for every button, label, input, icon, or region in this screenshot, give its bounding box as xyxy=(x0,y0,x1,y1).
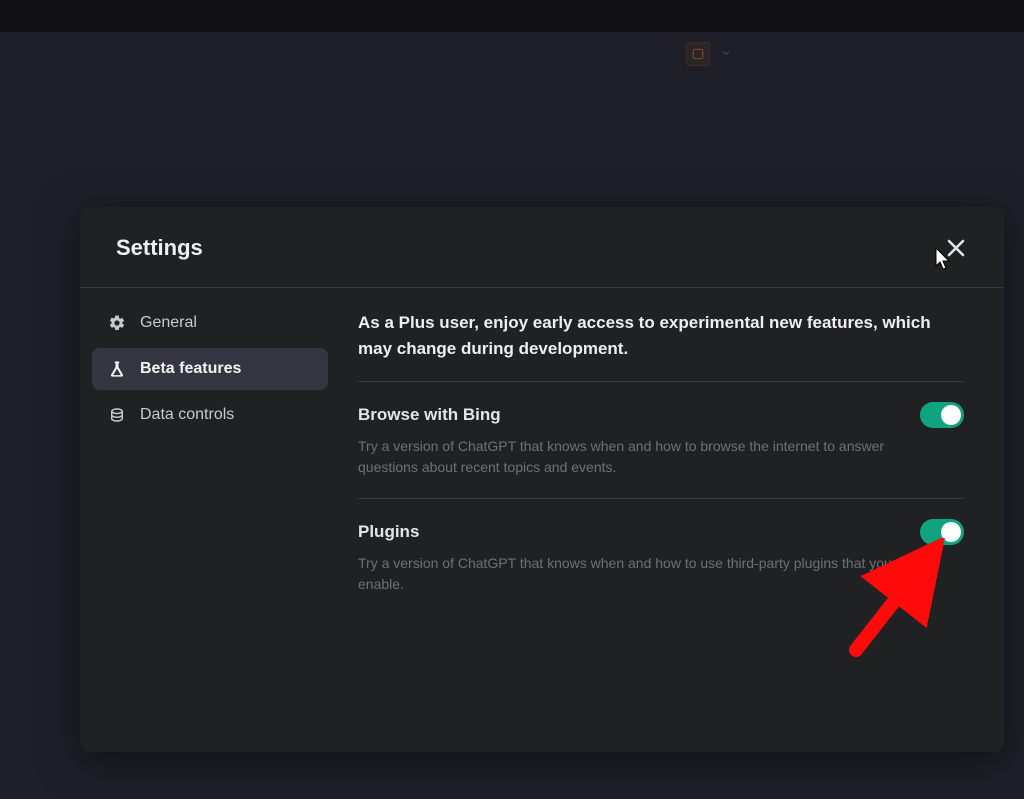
close-button[interactable] xyxy=(944,236,968,260)
plugin-store-badge[interactable] xyxy=(686,42,710,66)
toggle-browse-with-bing[interactable] xyxy=(920,402,964,428)
app-background: Settings General xyxy=(0,32,1024,799)
feature-description: Try a version of ChatGPT that knows when… xyxy=(358,553,918,595)
settings-modal: Settings General xyxy=(80,207,1004,752)
sidebar-item-general[interactable]: General xyxy=(92,302,328,344)
feature-header: Plugins xyxy=(358,519,964,545)
modal-header: Settings xyxy=(80,207,1004,288)
close-icon xyxy=(944,236,968,260)
feature-description: Try a version of ChatGPT that knows when… xyxy=(358,436,918,478)
sidebar-item-label: General xyxy=(140,314,197,332)
settings-content: As a Plus user, enjoy early access to ex… xyxy=(340,288,1004,752)
sidebar-item-label: Beta features xyxy=(140,360,241,378)
toggle-knob xyxy=(941,522,961,542)
feature-plugins: Plugins Try a version of ChatGPT that kn… xyxy=(358,499,964,615)
gear-icon xyxy=(108,314,126,332)
modal-body: General Beta features Data controls As xyxy=(80,288,1004,752)
feature-title: Browse with Bing xyxy=(358,405,501,425)
modal-title: Settings xyxy=(116,235,203,261)
database-icon xyxy=(108,406,126,424)
chevron-down-icon[interactable] xyxy=(720,46,732,64)
toggle-plugins[interactable] xyxy=(920,519,964,545)
feature-browse-with-bing: Browse with Bing Try a version of ChatGP… xyxy=(358,382,964,499)
feature-title: Plugins xyxy=(358,522,419,542)
sidebar-item-data-controls[interactable]: Data controls xyxy=(92,394,328,436)
sidebar-item-label: Data controls xyxy=(140,406,234,424)
feature-header: Browse with Bing xyxy=(358,402,964,428)
sidebar-item-beta-features[interactable]: Beta features xyxy=(92,348,328,390)
beta-intro-text: As a Plus user, enjoy early access to ex… xyxy=(358,310,964,382)
window-topbar xyxy=(0,0,1024,32)
beaker-icon xyxy=(108,360,126,378)
toggle-knob xyxy=(941,405,961,425)
settings-sidebar: General Beta features Data controls xyxy=(80,288,340,752)
